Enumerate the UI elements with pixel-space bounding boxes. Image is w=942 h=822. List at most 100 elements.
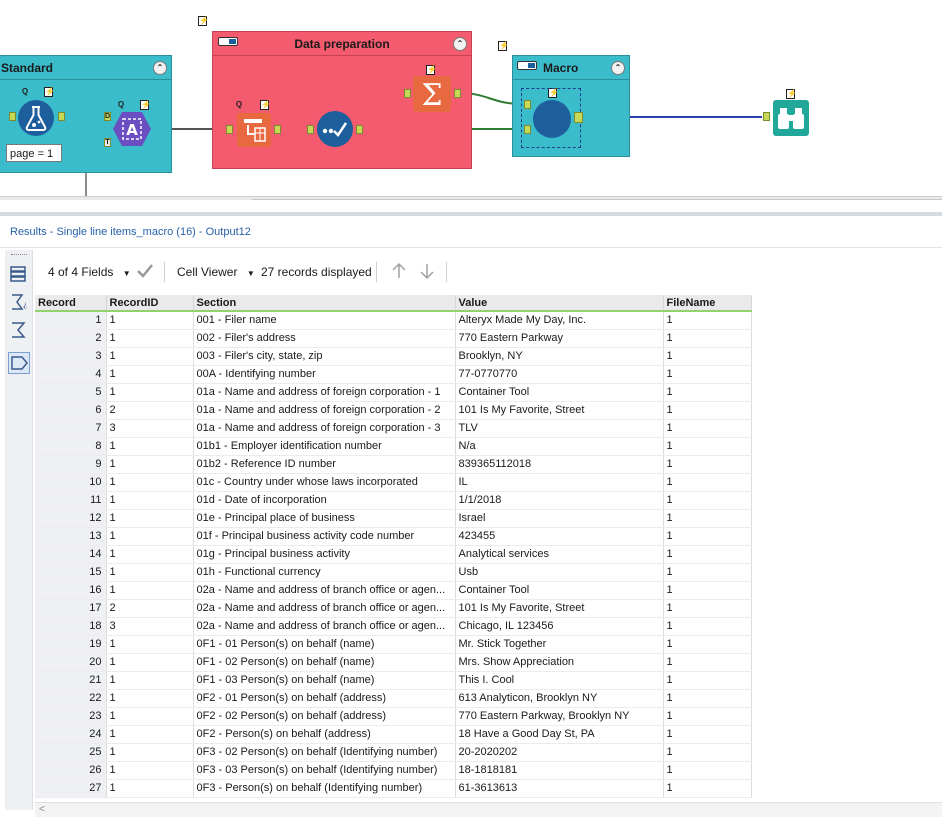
filename-cell[interactable]: 1 (663, 563, 752, 582)
section-cell[interactable]: 01c - Country under whose laws incorpora… (193, 473, 456, 492)
section-cell[interactable]: 0F2 - 01 Person(s) on behalf (address) (193, 689, 456, 708)
section-cell[interactable]: 02a - Name and address of branch office … (193, 599, 456, 618)
filename-cell[interactable]: 1 (663, 581, 752, 600)
record-number-cell[interactable]: 25 (35, 743, 107, 762)
recordid-cell[interactable]: 3 (106, 617, 194, 636)
section-cell[interactable]: 001 - Filer name (193, 311, 456, 330)
value-cell[interactable]: Container Tool (455, 581, 664, 600)
value-cell[interactable]: 101 Is My Favorite, Street (455, 599, 664, 618)
recordid-cell[interactable]: 2 (106, 599, 194, 618)
section-cell[interactable]: 01b2 - Reference ID number (193, 455, 456, 474)
table-row[interactable]: 2 1 002 - Filer's address 770 Eastern Parkw… (35, 329, 752, 348)
table-row[interactable]: 22 1 0F2 - 01 Person(s) on behalf (address… (35, 689, 752, 708)
value-cell[interactable]: 77-0770770 (455, 365, 664, 384)
output-anchor[interactable] (454, 89, 461, 98)
recordid-cell[interactable]: 1 (106, 581, 194, 600)
section-cell[interactable]: 01d - Date of incorporation (193, 491, 456, 510)
section-cell[interactable]: 01h - Functional currency (193, 563, 456, 582)
recordid-cell[interactable]: 1 (106, 455, 194, 474)
summarize-tool[interactable]: Σ (413, 76, 451, 113)
recordid-cell[interactable]: 1 (106, 779, 194, 798)
section-cell[interactable]: 0F1 - 03 Person(s) on behalf (name) (193, 671, 456, 690)
table-row[interactable]: 10 1 01c - Country under whose laws incorp… (35, 473, 752, 492)
section-cell[interactable]: 01e - Principal place of business (193, 509, 456, 528)
table-row[interactable]: 12 1 01e - Principal place of business Isra… (35, 509, 752, 528)
input-anchor[interactable] (307, 125, 314, 134)
record-number-cell[interactable]: 7 (35, 419, 107, 438)
collapse-button[interactable]: ⌃ (611, 61, 625, 75)
section-cell[interactable]: 01a - Name and address of foreign corpor… (193, 383, 456, 402)
table-view-button[interactable] (8, 264, 30, 286)
value-cell[interactable]: Usb (455, 563, 664, 582)
recordid-cell[interactable]: 3 (106, 419, 194, 438)
flask-tool[interactable] (17, 99, 55, 137)
filename-cell[interactable]: 1 (663, 617, 752, 636)
section-cell[interactable]: 01b1 - Employer identification number (193, 437, 456, 456)
table-row[interactable]: 18 3 02a - Name and address of branch offi… (35, 617, 752, 636)
section-cell[interactable]: 0F3 - Person(s) on behalf (Identifying n… (193, 779, 456, 798)
column-header-value[interactable]: Value (455, 295, 664, 312)
column-header-record[interactable]: Record (35, 295, 107, 312)
filename-cell[interactable]: 1 (663, 455, 752, 474)
input-anchor-t[interactable]: T (104, 138, 111, 147)
recordid-cell[interactable]: 1 (106, 725, 194, 744)
value-cell[interactable]: 770 Eastern Parkway (455, 329, 664, 348)
filename-cell[interactable]: 1 (663, 437, 752, 456)
output-anchor[interactable] (274, 125, 281, 134)
filename-cell[interactable]: 1 (663, 671, 752, 690)
section-cell[interactable]: 00A - Identifying number (193, 365, 456, 384)
recordid-cell[interactable]: 1 (106, 545, 194, 564)
section-cell[interactable]: 0F2 - Person(s) on behalf (address) (193, 725, 456, 744)
filename-cell[interactable]: 1 (663, 311, 752, 330)
input-anchor-2[interactable] (524, 125, 531, 134)
record-number-cell[interactable]: 26 (35, 761, 107, 780)
record-number-cell[interactable]: 10 (35, 473, 107, 492)
filename-cell[interactable]: 1 (663, 419, 752, 438)
scroll-left-arrow[interactable]: < (39, 803, 45, 816)
table-row[interactable]: 1 1 001 - Filer name Alteryx Made My Day, I… (35, 311, 752, 330)
table-row[interactable]: 20 1 0F1 - 02 Person(s) on behalf (name) Mr… (35, 653, 752, 672)
table-row[interactable]: 24 1 0F2 - Person(s) on behalf (address) 18… (35, 725, 752, 744)
recordid-cell[interactable]: 1 (106, 491, 194, 510)
record-number-cell[interactable]: 17 (35, 599, 107, 618)
filename-cell[interactable]: 1 (663, 779, 752, 798)
input-anchor[interactable] (226, 125, 233, 134)
table-row[interactable]: 26 1 0F3 - 03 Person(s) on behalf (Identif… (35, 761, 752, 780)
section-cell[interactable]: 01g - Principal business activity (193, 545, 456, 564)
recordid-cell[interactable]: 1 (106, 635, 194, 654)
recordid-cell[interactable]: 1 (106, 365, 194, 384)
value-cell[interactable]: Mr. Stick Together (455, 635, 664, 654)
record-number-cell[interactable]: 11 (35, 491, 107, 510)
value-cell[interactable]: 18-1818181 (455, 761, 664, 780)
value-cell[interactable]: 1/1/2018 (455, 491, 664, 510)
table-row[interactable]: 21 1 0F1 - 03 Person(s) on behalf (name) Th… (35, 671, 752, 690)
record-number-cell[interactable]: 12 (35, 509, 107, 528)
value-cell[interactable]: Brooklyn, NY (455, 347, 664, 366)
section-cell[interactable]: 0F2 - 02 Person(s) on behalf (address) (193, 707, 456, 726)
browse-tool[interactable] (773, 100, 809, 136)
table-row[interactable]: 16 1 02a - Name and address of branch offi… (35, 581, 752, 600)
record-number-cell[interactable]: 14 (35, 545, 107, 564)
value-cell[interactable]: 18 Have a Good Day St, PA (455, 725, 664, 744)
recordid-cell[interactable]: 1 (106, 329, 194, 348)
value-cell[interactable]: 770 Eastern Parkway, Brooklyn NY (455, 707, 664, 726)
check-tool[interactable] (316, 110, 354, 148)
container-header[interactable]: Data preparation ⌃ (213, 32, 471, 56)
apply-check-button[interactable] (136, 262, 154, 283)
filename-cell[interactable]: 1 (663, 689, 752, 708)
record-number-cell[interactable]: 4 (35, 365, 107, 384)
scrollbar-thumb[interactable] (252, 199, 942, 200)
grip-handle[interactable] (11, 254, 27, 257)
page-input[interactable]: page = 1 (6, 144, 62, 162)
value-cell[interactable]: Chicago, IL 123456 (455, 617, 664, 636)
column-header-section[interactable]: Section (193, 295, 456, 312)
recordid-cell[interactable]: 1 (106, 437, 194, 456)
record-number-cell[interactable]: 8 (35, 437, 107, 456)
recordid-cell[interactable]: 1 (106, 563, 194, 582)
filename-cell[interactable]: 1 (663, 347, 752, 366)
output-anchor[interactable] (58, 112, 65, 121)
container-header[interactable]: Standard ⌃ (0, 56, 171, 80)
value-cell[interactable]: Alteryx Made My Day, Inc. (455, 311, 664, 330)
record-number-cell[interactable]: 18 (35, 617, 107, 636)
filename-cell[interactable]: 1 (663, 635, 752, 654)
